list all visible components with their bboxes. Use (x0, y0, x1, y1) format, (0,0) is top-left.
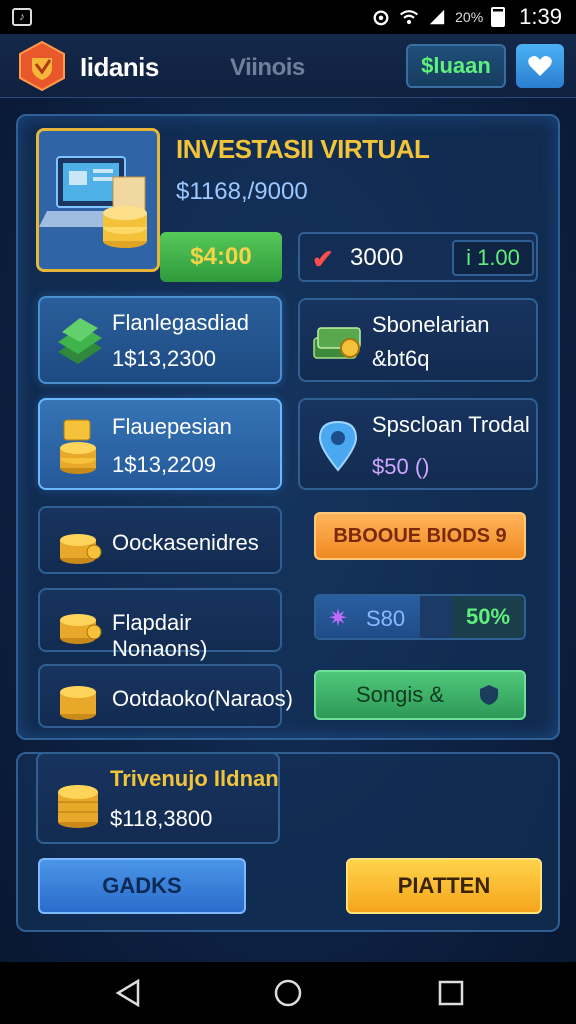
investment-image (36, 128, 160, 272)
recents-icon[interactable] (436, 978, 466, 1008)
coin-stack-icon (60, 419, 96, 474)
asset-tile-4[interactable]: Spscloan Trodal $50 () (298, 398, 538, 490)
tile-label: Spscloan Trodal (372, 412, 530, 437)
asset-tile-7[interactable]: Ootdaoko(Naraos) (38, 664, 293, 728)
wifi-icon (400, 10, 419, 25)
tile-label: Flapdair Nonaons) (112, 610, 208, 661)
coin-stack-icon (58, 785, 98, 828)
money-bundle-icon (313, 327, 361, 359)
left-action-button[interactable]: GADKS (38, 858, 246, 914)
tile-value: 1$13,2209 (112, 452, 216, 477)
shield-icon (480, 685, 498, 705)
status-bar: ♪ 20% 1:39 (0, 0, 576, 34)
asset-tile-3[interactable]: Flauepesian 1$13,2209 (38, 398, 282, 490)
secure-button-label: Songis & (356, 682, 445, 707)
laptop-icon (39, 131, 157, 269)
tile-label: Oockasenidres (112, 530, 259, 555)
tile-label: Flauepesian (112, 414, 232, 439)
balance-button[interactable]: $luaan (406, 44, 506, 88)
app-name: Iidanis (80, 52, 159, 82)
logo-shield-icon[interactable] (16, 40, 68, 92)
tile-label: Flanlegasdiad (112, 310, 249, 335)
coin-stack-icon (60, 534, 102, 564)
tile-value: &bt6q (372, 346, 430, 371)
heart-icon (528, 56, 552, 76)
progress-value: S80 (366, 606, 406, 631)
asset-tile-2[interactable]: Sbonelarian &bt6q (298, 298, 538, 382)
app-subtitle[interactable]: Viinois (230, 54, 305, 82)
investment-amount: $1168,/9000 (176, 178, 308, 205)
status-app-icon: ♪ (12, 8, 32, 26)
tile-label: Ootdaoko(Naraos) (112, 686, 293, 711)
coin-stack-icon (60, 686, 96, 720)
favorite-button[interactable] (516, 44, 564, 88)
right-action-button[interactable]: PIATTEN (346, 858, 542, 914)
coin-stack-icon (60, 614, 102, 644)
system-nav-bar (0, 962, 576, 1024)
tile-label: Sbonelarian (372, 312, 490, 337)
secure-button[interactable]: Songis & (314, 670, 526, 720)
asset-tile-5[interactable]: Oockasenidres (38, 506, 282, 574)
progress-percent: 50% (452, 596, 524, 638)
investment-title: INVESTASII VIRTUAL (176, 134, 430, 164)
alarm-icon (373, 10, 389, 26)
check-value-box[interactable]: ✔ 3000 i 1.00 (298, 232, 538, 282)
app-header: Iidanis Viinois $luaan (0, 34, 576, 98)
back-icon[interactable] (114, 978, 144, 1008)
battery-icon (491, 7, 506, 27)
balance-amount: $118,3800 (110, 806, 213, 831)
checkmark-icon: ✔ (312, 244, 334, 274)
boost-button[interactable]: BBOOUE BIODS 9 (314, 512, 526, 560)
check-value: 3000 (350, 244, 404, 271)
map-pin-icon (318, 420, 358, 472)
asset-tile-6[interactable]: Flapdair Nonaons) (38, 588, 282, 661)
signal-icon (429, 9, 445, 25)
small-value-box: i 1.00 (452, 240, 534, 276)
cash-stack-icon (58, 318, 102, 364)
tile-value: 1$13,2300 (112, 346, 216, 371)
sparkle-icon: ✷ (328, 605, 349, 632)
status-right-group: 20% 1:39 (371, 4, 562, 30)
clock: 1:39 (519, 4, 562, 29)
home-icon[interactable] (273, 978, 303, 1008)
tile-value: $50 () (372, 454, 430, 479)
balance-title: Trivenujo Ildnan (110, 766, 279, 791)
asset-tile-1[interactable]: Flanlegasdiad 1$13,2300 (38, 296, 282, 384)
progress-bar: ✷ S80 50% (314, 594, 526, 640)
battery-percent: 20% (455, 9, 484, 25)
investment-value-pill[interactable]: $4:00 (160, 232, 282, 282)
